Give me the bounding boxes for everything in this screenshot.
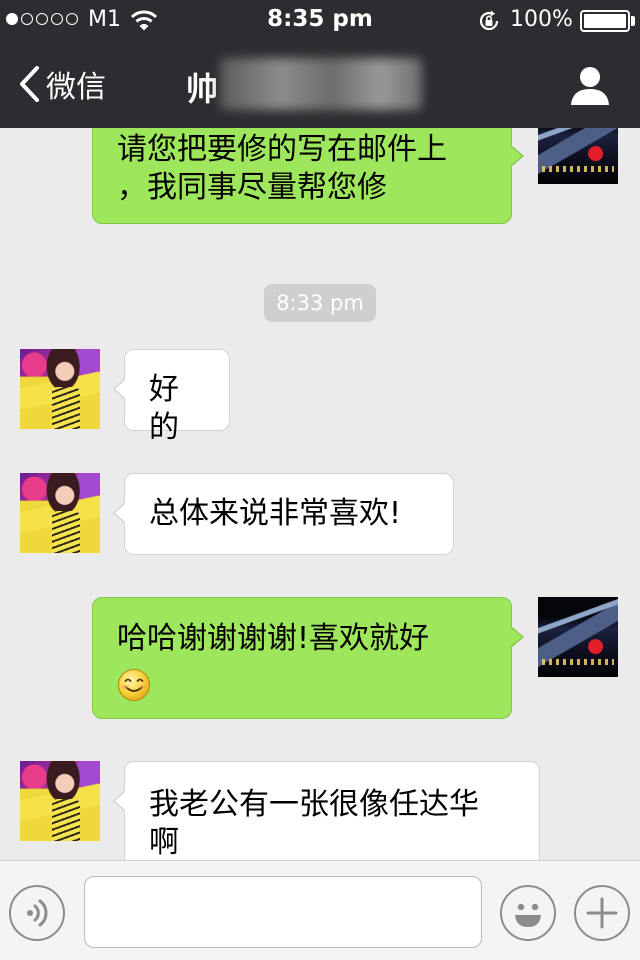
outgoing-message-bubble[interactable]: 请您把要修的写在邮件上 ，我同事尽量帮您修: [92, 128, 524, 224]
message-text: 我老公有一张很像任达华 啊: [149, 787, 479, 860]
message-input[interactable]: [84, 876, 482, 948]
back-label: 微信: [46, 70, 106, 105]
message-text: 请您把要修的写在邮件上 ，我同事尽量帮您修: [117, 132, 447, 205]
message-text: 总体来说非常喜欢!: [149, 496, 402, 531]
my-avatar[interactable]: [538, 128, 618, 184]
emoji-button[interactable]: [500, 885, 556, 941]
incoming-message-bubble[interactable]: 好的: [113, 349, 230, 445]
status-bar: M1 8:35 pm 100%: [0, 0, 640, 40]
top-bar: M1 8:35 pm 100% 微信 帅: [0, 0, 640, 128]
person-icon: [571, 67, 609, 105]
smiley-face-icon: [118, 669, 150, 701]
chevron-left-icon: [20, 66, 39, 102]
timestamp-pill: 8:33 pm: [264, 284, 376, 322]
emoji-icon: [515, 903, 541, 927]
incoming-message-bubble[interactable]: 我老公有一张很像任达华 啊: [113, 761, 540, 860]
title-redaction-blur: [220, 58, 422, 110]
voice-icon: [27, 899, 48, 927]
message-text: 哈哈谢谢谢谢!喜欢就好: [117, 621, 430, 656]
chat-title: 帅: [186, 70, 219, 108]
input-bar: [0, 860, 640, 960]
contact-avatar[interactable]: [20, 349, 100, 429]
outgoing-message-bubble[interactable]: 哈哈谢谢谢谢!喜欢就好: [92, 597, 524, 719]
message-text: 好的: [149, 372, 179, 445]
contact-avatar[interactable]: [20, 473, 100, 553]
contact-avatar[interactable]: [20, 761, 100, 841]
voice-button[interactable]: [9, 885, 65, 941]
battery-percentage: 100%: [510, 7, 573, 32]
plus-icon: [586, 897, 618, 929]
my-avatar[interactable]: [538, 597, 618, 677]
nav-bar: 微信 帅: [0, 40, 640, 128]
back-button[interactable]: 微信: [18, 60, 106, 108]
incoming-message-bubble[interactable]: 总体来说非常喜欢!: [113, 473, 454, 555]
chat-thread[interactable]: 请您把要修的写在邮件上 ，我同事尽量帮您修 8:33 pm 好的 总体来说非常喜…: [0, 128, 640, 860]
contact-profile-button[interactable]: [568, 64, 612, 108]
battery-icon: [580, 10, 630, 32]
more-options-button[interactable]: [574, 885, 630, 941]
rotation-lock-icon: [477, 9, 501, 37]
